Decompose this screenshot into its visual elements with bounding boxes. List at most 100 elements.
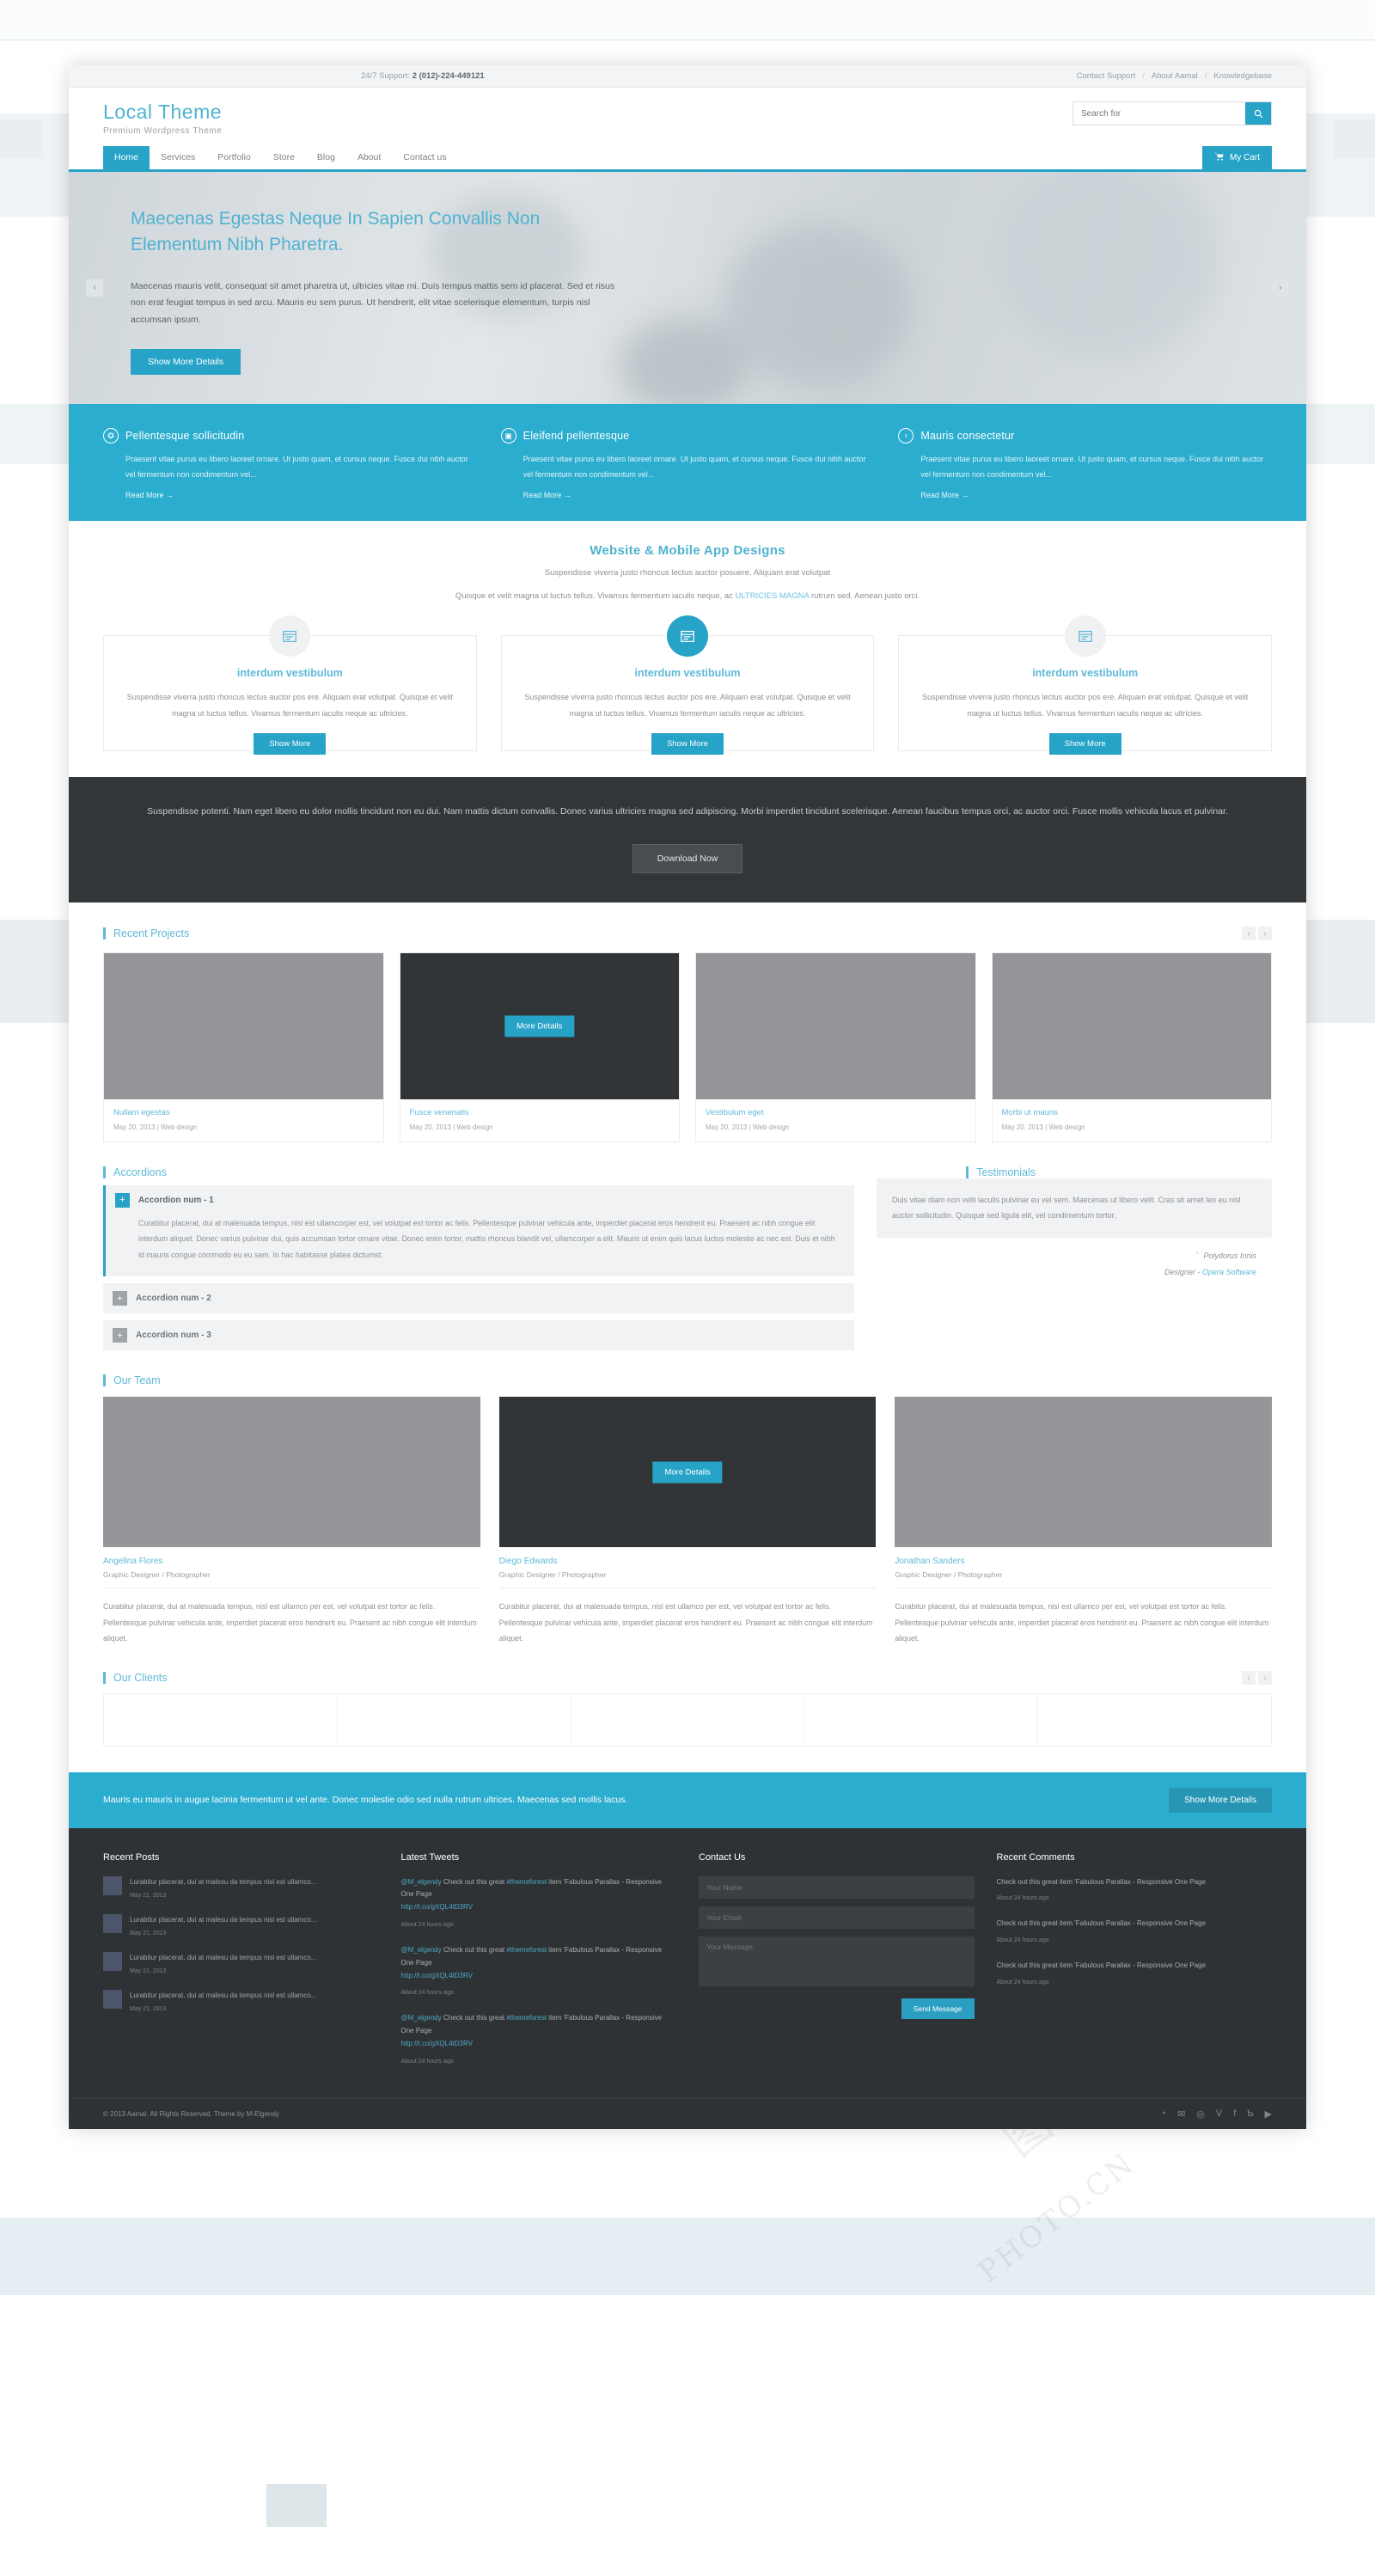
feature-2-title: Eleifend pellentesque <box>522 430 630 443</box>
send-message-button[interactable]: Send Message <box>901 1998 975 2019</box>
accordion-1-header[interactable]: + Accordion num - 1 <box>106 1185 854 1215</box>
project-title[interactable]: Nullam egestas <box>113 1108 374 1117</box>
tweet-handle[interactable]: @M_elgendy <box>401 2014 442 2022</box>
service-3-button[interactable]: Show More <box>1048 733 1121 756</box>
project-thumbnail <box>696 952 975 1099</box>
dribbble-icon[interactable]: ◎ <box>1196 2108 1205 2120</box>
feature-1-read-more[interactable]: Read More → <box>125 491 174 499</box>
my-cart-button[interactable]: My Cart <box>1202 146 1272 170</box>
team-member-card[interactable]: Jonathan Sanders Graphic Designer / Phot… <box>895 1397 1273 1646</box>
behance-icon[interactable]: Ƅ <box>1247 2108 1253 2120</box>
nav-item-blog[interactable]: Blog <box>306 146 346 169</box>
ultricies-magna-link[interactable]: ULTRICIES MAGNA <box>735 591 809 601</box>
project-card[interactable]: More Details Fusce venenatis May 20, 201… <box>399 951 680 1142</box>
team-member-card[interactable]: More Details Diego Edwards Graphic Desig… <box>498 1397 877 1646</box>
contact-name-input[interactable] <box>699 1875 975 1899</box>
recent-post-item[interactable]: Lurabitur placerat, dui at malesu da tem… <box>103 1875 379 1902</box>
our-clients-header: Our Clients ‹ › <box>69 1670 1306 1685</box>
facebook-icon[interactable]: f <box>1233 2108 1236 2120</box>
team-member-card[interactable]: Angelina Flores Graphic Designer / Photo… <box>103 1397 480 1646</box>
strip-show-more-button[interactable]: Show More Details <box>1169 1787 1272 1813</box>
vimeo-icon[interactable]: V <box>1216 2108 1222 2120</box>
accordion-item-3[interactable]: + Accordion num - 3 <box>103 1320 854 1351</box>
search-icon[interactable] <box>1245 102 1271 125</box>
youtube-icon[interactable]: ▶ <box>1265 2108 1272 2120</box>
feature-2-read-more[interactable]: Read More → <box>523 491 571 499</box>
hero-cta-button[interactable]: Show More Details <box>131 349 241 376</box>
top-links: Contact Support / About Aamal / Knowledg… <box>1077 71 1272 81</box>
person-icon: ♀ <box>898 428 914 444</box>
project-more-details-button[interactable]: More Details <box>504 1015 575 1037</box>
search-box[interactable] <box>1072 101 1272 125</box>
accordion-2-header[interactable]: + Accordion num - 2 <box>103 1283 854 1313</box>
project-title[interactable]: Morbi ut mauris <box>1002 1108 1262 1117</box>
rss-icon[interactable]: ◔ <box>1160 2108 1166 2120</box>
service-2-button[interactable]: Show More <box>651 733 724 756</box>
team-member-name[interactable]: Angelina Flores <box>103 1557 480 1566</box>
comment-item[interactable]: Check out this great item 'Fabulous Para… <box>997 1960 1273 1989</box>
post-thumbnail <box>103 1951 122 1971</box>
tweet-hashtag[interactable]: #themeforest <box>506 1878 547 1886</box>
team-more-details-button[interactable]: More Details <box>652 1461 723 1484</box>
tweet-link[interactable]: http://t.co/gXQL4tD3RV <box>401 1970 677 1983</box>
project-card[interactable]: Morbi ut mauris May 20, 2013 | Web desig… <box>991 951 1272 1142</box>
project-title[interactable]: Vestibulum eget <box>706 1108 966 1117</box>
accordion-item-2[interactable]: + Accordion num - 2 <box>103 1283 854 1314</box>
client-logo-slot[interactable] <box>103 1692 338 1747</box>
brand-block[interactable]: Local Theme Premium Wordpress Theme <box>103 101 222 136</box>
nav-item-store[interactable]: Store <box>262 146 306 169</box>
link-contact-support[interactable]: Contact Support <box>1077 71 1136 81</box>
tweet-handle[interactable]: @M_elgendy <box>401 1878 442 1886</box>
project-title[interactable]: Fusce venenatis <box>410 1108 670 1117</box>
clients-next-button[interactable]: › <box>1258 1670 1272 1685</box>
recent-post-item[interactable]: Lurabitur placerat, dui at malesu da tem… <box>103 1951 379 1978</box>
contact-email-input[interactable] <box>699 1906 975 1929</box>
comment-time: About 24 hours ago <box>996 1895 1049 1902</box>
nav-item-portfolio[interactable]: Portfolio <box>206 146 262 169</box>
client-logo-slot[interactable] <box>337 1692 571 1747</box>
project-meta: Vestibulum eget May 20, 2013 | Web desig… <box>696 1099 975 1141</box>
hero-next-arrow[interactable]: › <box>1272 279 1289 297</box>
projects-next-button[interactable]: › <box>1258 926 1272 940</box>
team-member-bio: Curabitur placerat, dui at malesuada tem… <box>498 1602 873 1643</box>
nav-item-about[interactable]: About <box>346 146 392 169</box>
link-knowledgebase[interactable]: Knowledgebase <box>1213 71 1272 81</box>
project-card[interactable]: Nullam egestas May 20, 2013 | Web design <box>103 951 384 1142</box>
hero-prev-arrow[interactable]: ‹ <box>86 279 103 297</box>
accordion-item-1[interactable]: + Accordion num - 1 Curabitur placerat, … <box>103 1184 854 1277</box>
twitter-icon[interactable]: ✉ <box>1177 2108 1185 2120</box>
projects-prev-button[interactable]: ‹ <box>1242 926 1256 940</box>
contact-message-input[interactable] <box>699 1936 975 1986</box>
features-band: ✪ Pellentesque sollicitudin Praesent vit… <box>69 404 1306 522</box>
download-now-button[interactable]: Download Now <box>632 843 743 873</box>
accordion-3-header[interactable]: + Accordion num - 3 <box>103 1320 854 1350</box>
nav-item-contact-us[interactable]: Contact us <box>392 146 457 169</box>
tweet-mid: Check out this great <box>441 1877 507 1886</box>
tweet-link[interactable]: http://t.co/gXQL4tD3RV <box>401 1901 677 1914</box>
client-logo-slot[interactable] <box>571 1692 805 1747</box>
clients-prev-button[interactable]: ‹ <box>1242 1670 1256 1685</box>
feature-3-read-more[interactable]: Read More → <box>920 491 969 499</box>
comment-item[interactable]: Check out this great item 'Fabulous Para… <box>997 1918 1273 1947</box>
project-card[interactable]: Vestibulum eget May 20, 2013 | Web desig… <box>695 951 976 1142</box>
search-input[interactable] <box>1073 102 1245 125</box>
tweet-hashtag[interactable]: #themeforest <box>506 2014 547 2022</box>
nav-item-home[interactable]: Home <box>103 146 150 170</box>
team-member-name[interactable]: Jonathan Sanders <box>895 1557 1272 1566</box>
testimonial-company[interactable]: Opera Software <box>1202 1268 1256 1276</box>
nav-item-services[interactable]: Services <box>150 146 206 169</box>
link-about-aamal[interactable]: About Aamal <box>1152 71 1198 81</box>
team-member-name[interactable]: Diego Edwards <box>499 1557 877 1566</box>
accordion-1-body: Curabitur placerat, dui at malesuada tem… <box>138 1218 835 1259</box>
footer-copyright-bar: © 2013 Aamal. All Rights Reserved. Theme… <box>69 2097 1306 2129</box>
project-meta: Nullam egestas May 20, 2013 | Web design <box>104 1099 383 1141</box>
tweet-hashtag[interactable]: #themeforest <box>506 1946 547 1954</box>
recent-post-item[interactable]: Lurabitur placerat, dui at malesu da tem… <box>103 1913 379 1940</box>
client-logo-slot[interactable] <box>804 1692 1039 1747</box>
comment-item[interactable]: Check out this great item 'Fabulous Para… <box>997 1876 1273 1906</box>
service-1-button[interactable]: Show More <box>254 733 327 756</box>
client-logo-slot[interactable] <box>1038 1692 1272 1747</box>
recent-post-item[interactable]: Lurabitur placerat, dui at malesu da tem… <box>103 1989 379 2016</box>
tweet-link[interactable]: http://t.co/gXQL4tD3RV <box>401 2038 677 2051</box>
tweet-handle[interactable]: @M_elgendy <box>401 1946 442 1954</box>
